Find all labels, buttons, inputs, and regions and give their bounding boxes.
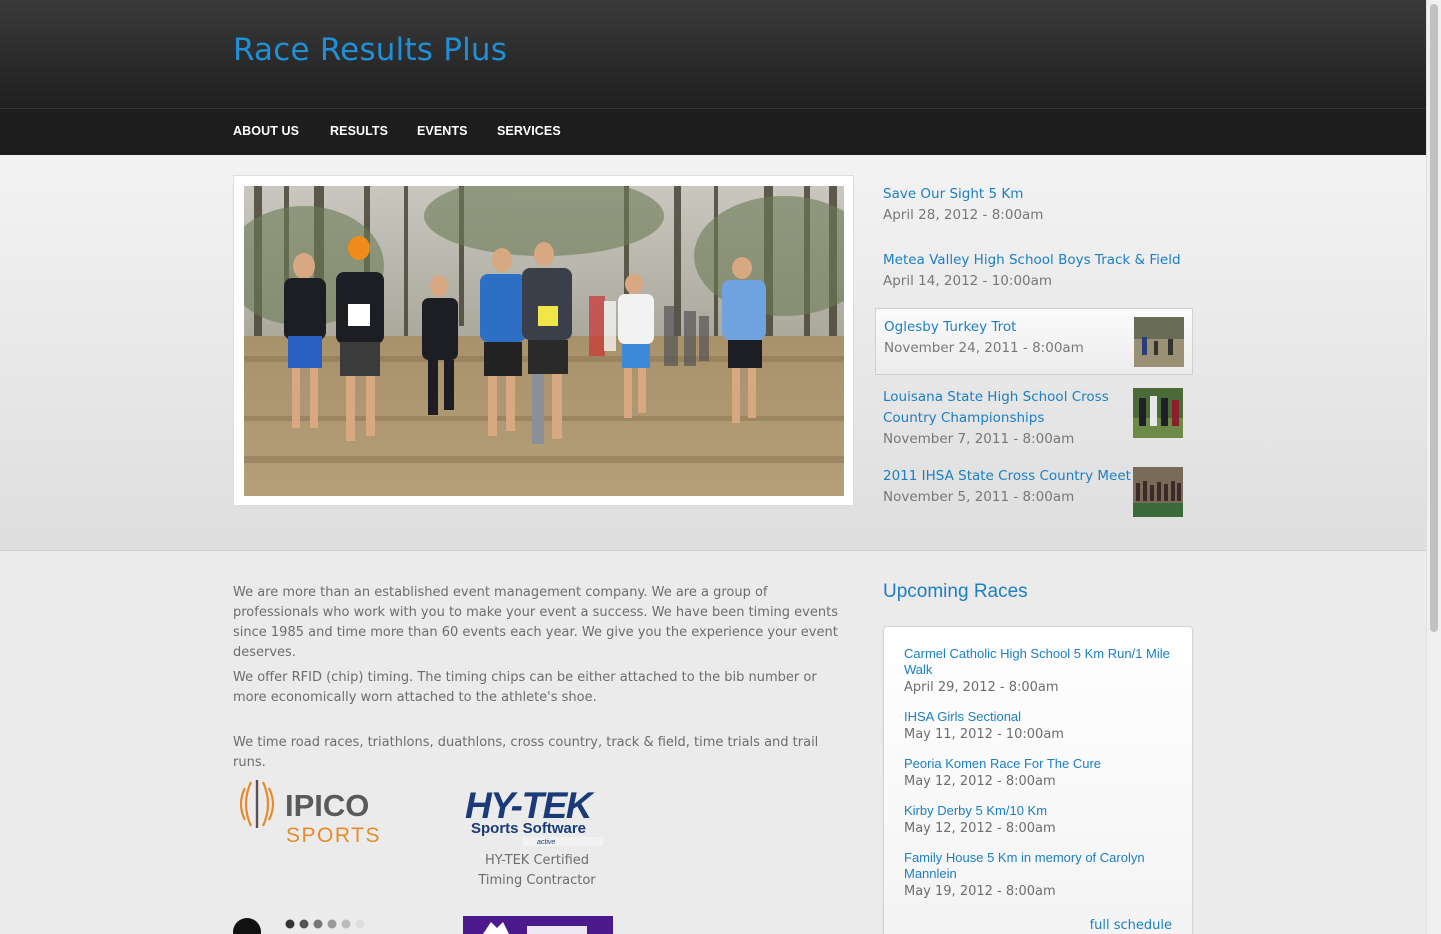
upcoming-race-title[interactable]: Family House 5 Km in memory of Carolyn M…: [904, 850, 1179, 882]
ipico-sports-wordmark: SPORTS: [286, 824, 381, 847]
upcoming-race-title[interactable]: Carmel Catholic High School 5 Km Run/1 M…: [904, 646, 1179, 678]
featured-event-title[interactable]: Louisana State High School Cross Country…: [883, 387, 1113, 429]
nav-results[interactable]: RESULTS: [330, 124, 388, 138]
scrollbar-thumb[interactable]: [1430, 4, 1438, 632]
lynx-logo[interactable]: [463, 916, 613, 934]
featured-event-date: April 14, 2012 - 10:00am: [883, 273, 1053, 289]
site-header: Race Results Plus: [0, 0, 1426, 108]
featured-event-item-active[interactable]: Oglesby Turkey Trot November 24, 2011 - …: [875, 308, 1193, 375]
featured-event-title[interactable]: Oglesby Turkey Trot: [884, 317, 1124, 338]
upcoming-races-heading: Upcoming Races: [883, 581, 1028, 602]
about-paragraph: We offer RFID (chip) timing. The timing …: [233, 670, 817, 705]
hytek-logo[interactable]: HY-TEK Sports Software active: [463, 784, 611, 850]
event-thumbnail[interactable]: [1133, 388, 1183, 438]
upcoming-race-date: May 11, 2012 - 10:00am: [904, 727, 1064, 742]
featured-race-photo[interactable]: [244, 186, 844, 496]
about-paragraph: We time road races, triathlons, duathlon…: [233, 735, 819, 770]
event-thumbnail[interactable]: [1133, 467, 1183, 517]
partner-logo-dots[interactable]: [233, 914, 383, 934]
upcoming-race-date: May 12, 2012 - 8:00am: [904, 774, 1056, 789]
nav-about-us[interactable]: ABOUT US: [233, 124, 299, 138]
featured-event-title[interactable]: Save Our Sight 5 Km: [883, 184, 1185, 205]
upcoming-race-date: April 29, 2012 - 8:00am: [904, 680, 1059, 695]
about-paragraph: We are more than an established event ma…: [233, 585, 838, 660]
upcoming-race-title[interactable]: Kirby Derby 5 Km/10 Km: [904, 803, 1179, 819]
nav-services[interactable]: SERVICES: [497, 124, 561, 138]
ipico-wordmark: IPICO: [285, 788, 369, 823]
hytek-caption-line2: Timing Contractor: [478, 873, 596, 888]
event-thumbnail[interactable]: [1134, 317, 1184, 367]
upcoming-race-item[interactable]: Family House 5 Km in memory of Carolyn M…: [904, 850, 1179, 902]
upcoming-race-item[interactable]: Peoria Komen Race For The Cure May 12, 2…: [904, 756, 1179, 792]
featured-event-item[interactable]: 2011 IHSA State Cross Country Meet Novem…: [875, 466, 1193, 517]
featured-event-item[interactable]: Metea Valley High School Boys Track & Fi…: [875, 250, 1193, 292]
featured-event-item[interactable]: Save Our Sight 5 Km April 28, 2012 - 8:0…: [875, 184, 1193, 226]
featured-section: Save Our Sight 5 Km April 28, 2012 - 8:0…: [0, 155, 1426, 551]
upcoming-race-date: May 19, 2012 - 8:00am: [904, 884, 1056, 899]
upcoming-race-title[interactable]: Peoria Komen Race For The Cure: [904, 756, 1179, 772]
upcoming-race-item[interactable]: Carmel Catholic High School 5 Km Run/1 M…: [904, 646, 1179, 698]
upcoming-races-panel: Carmel Catholic High School 5 Km Run/1 M…: [883, 626, 1193, 934]
upcoming-race-title[interactable]: IHSA Girls Sectional: [904, 709, 1179, 725]
hytek-subtitle: Sports Software: [471, 820, 586, 837]
site-title[interactable]: Race Results Plus: [233, 32, 507, 68]
featured-event-date: April 28, 2012 - 8:00am: [883, 207, 1044, 223]
upcoming-race-item[interactable]: Kirby Derby 5 Km/10 Km May 12, 2012 - 8:…: [904, 803, 1179, 839]
nav-events[interactable]: EVENTS: [417, 124, 468, 138]
featured-photo-frame: [233, 175, 854, 506]
upcoming-race-item[interactable]: IHSA Girls Sectional May 11, 2012 - 10:0…: [904, 709, 1179, 745]
page: Race Results Plus ABOUT US RESULTS EVENT…: [0, 0, 1426, 934]
featured-event-item[interactable]: Louisana State High School Cross Country…: [875, 387, 1193, 450]
hytek-caption-line1: HY-TEK Certified: [484, 853, 590, 868]
page-scrollbar[interactable]: [1426, 0, 1441, 934]
full-schedule-link[interactable]: full schedule: [1090, 918, 1172, 933]
main-nav: ABOUT US RESULTS EVENTS SERVICES: [0, 108, 1426, 155]
svg-text:active: active: [537, 839, 555, 846]
upcoming-race-date: May 12, 2012 - 8:00am: [904, 821, 1056, 836]
ipico-sports-logo[interactable]: IPICO SPORTS: [237, 778, 387, 848]
featured-event-title[interactable]: Metea Valley High School Boys Track & Fi…: [883, 250, 1185, 271]
